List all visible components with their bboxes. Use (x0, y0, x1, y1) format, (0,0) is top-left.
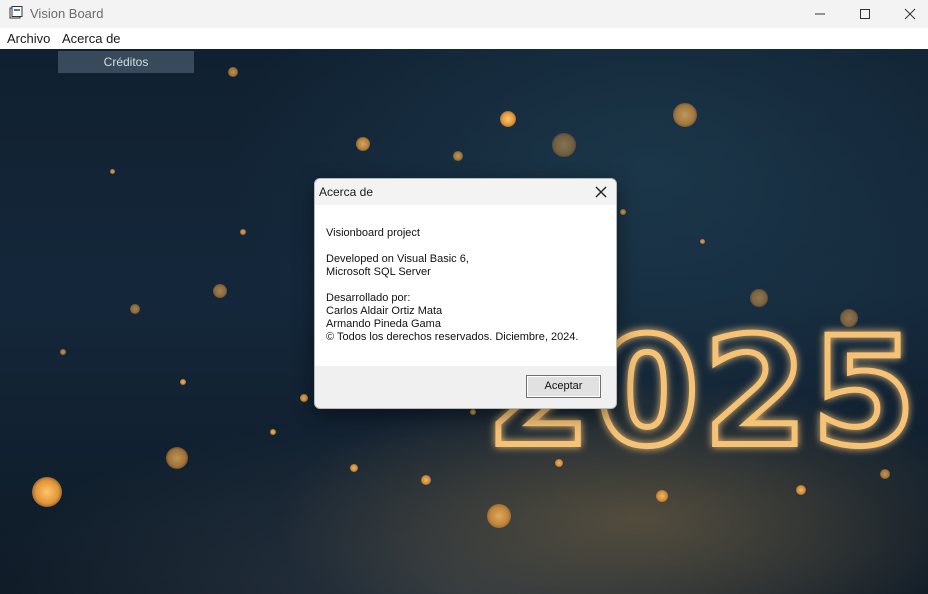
dialog-titlebar: Acerca de (315, 179, 616, 205)
window-titlebar: Vision Board (0, 0, 928, 28)
dropdown-item-label: Créditos (103, 55, 149, 69)
menu-archivo[interactable]: Archivo (7, 31, 50, 46)
minimize-button[interactable] (797, 0, 843, 28)
dropdown-item-creditos[interactable]: Créditos (58, 51, 194, 73)
dialog-line-copyright: © Todos los derechos reservados. Diciemb… (326, 331, 579, 343)
dialog-title: Acerca de (319, 185, 374, 199)
close-button[interactable] (887, 0, 928, 28)
dialog-line-author2: Armando Pineda Gama (326, 318, 441, 330)
close-icon (904, 8, 916, 20)
app-icon (9, 6, 23, 19)
maximize-button[interactable] (842, 0, 888, 28)
window-title: Vision Board (30, 6, 104, 21)
about-dialog: Acerca de Visionboard project Developed … (314, 178, 617, 409)
menu-bar: Archivo Acerca de (0, 28, 928, 49)
menu-acerca-de[interactable]: Acerca de (62, 31, 121, 46)
dialog-line-sql: Microsoft SQL Server (326, 266, 431, 278)
dialog-close-icon[interactable] (593, 184, 609, 200)
dialog-line-project: Visionboard project (326, 227, 420, 239)
maximize-icon (860, 9, 870, 19)
dialog-line-authors-heading: Desarrollado por: (326, 292, 411, 304)
minimize-icon (815, 13, 825, 15)
dialog-line-author1: Carlos Aldair Ortiz Mata (326, 305, 443, 317)
dialog-body: Visionboard project Developed on Visual … (315, 205, 616, 366)
aceptar-button[interactable]: Aceptar (526, 375, 601, 398)
dialog-line-developed: Developed on Visual Basic 6, (326, 253, 469, 265)
